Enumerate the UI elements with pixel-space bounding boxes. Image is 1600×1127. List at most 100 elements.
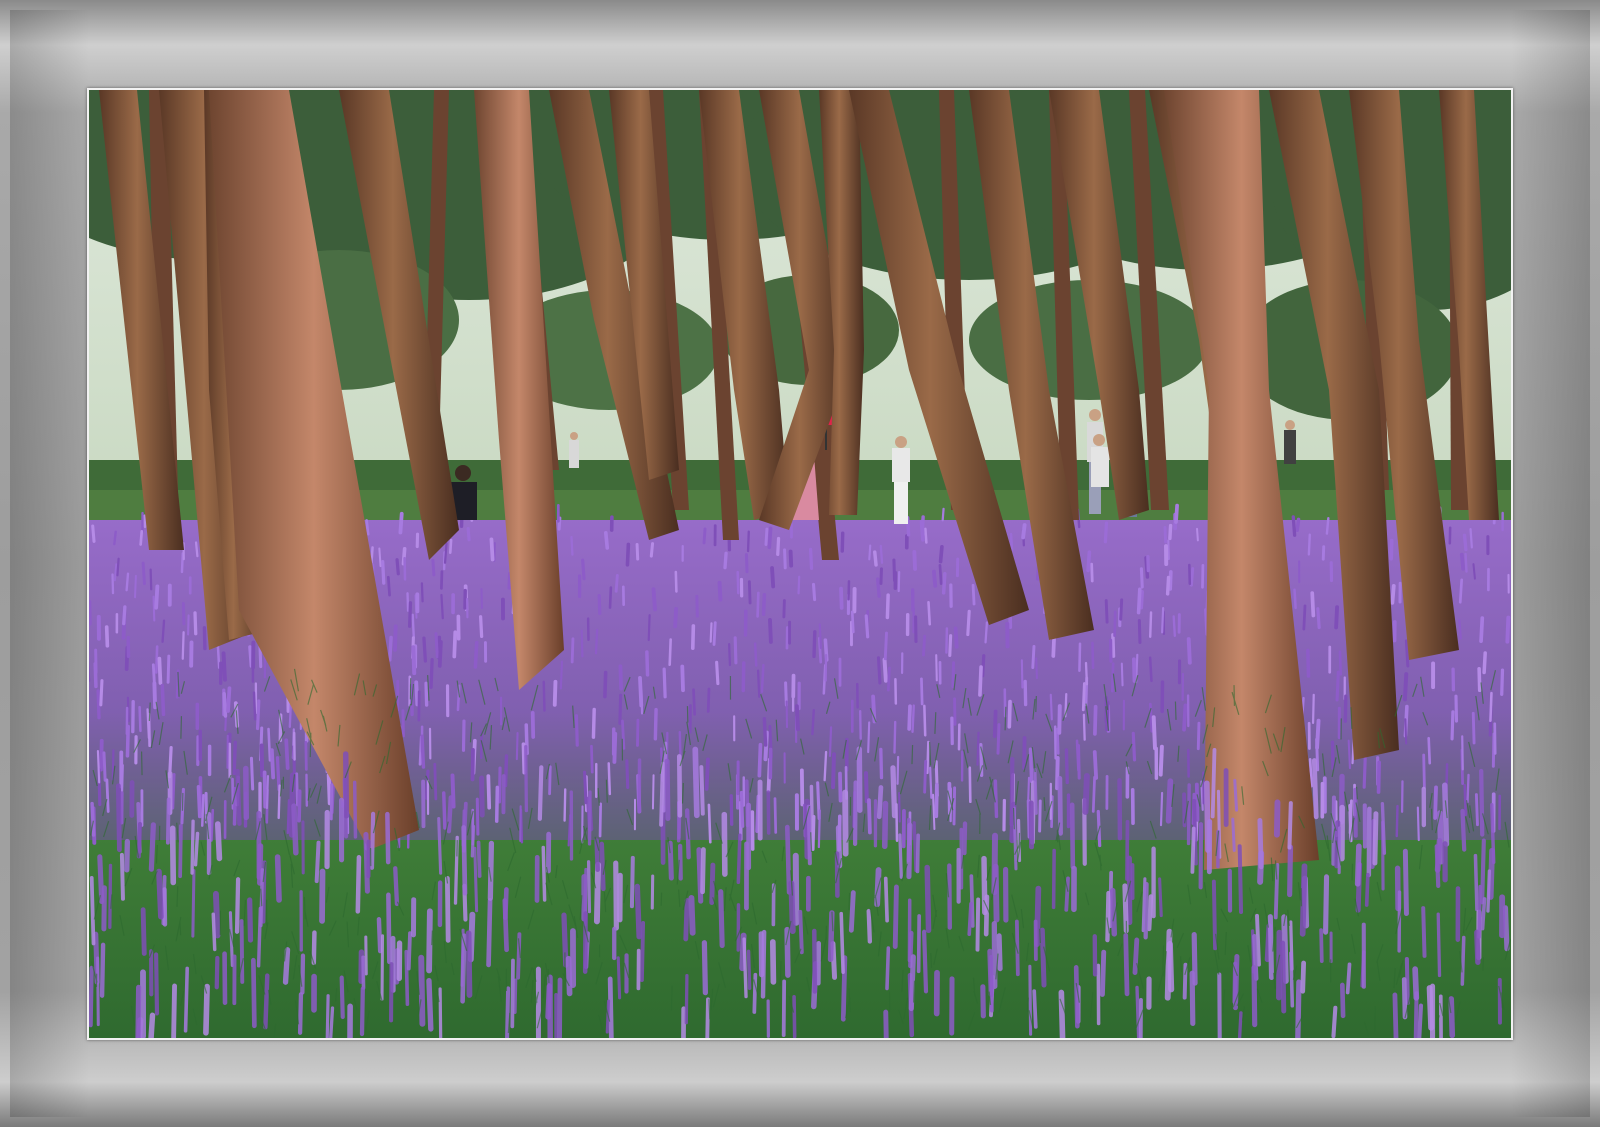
flower-spike xyxy=(907,704,912,731)
flower-spike xyxy=(1460,935,1466,986)
flower-spike xyxy=(962,821,968,856)
flower-spike xyxy=(420,734,426,769)
flower-spike xyxy=(269,748,276,780)
flower-spike xyxy=(1404,718,1408,745)
flower-spike xyxy=(915,833,920,874)
flower-spike xyxy=(898,833,903,879)
flower-spike xyxy=(448,538,453,555)
grass-blade xyxy=(1039,928,1041,944)
flower-spike xyxy=(808,547,814,570)
flower-spike xyxy=(171,773,176,810)
flower-spike xyxy=(1231,817,1236,852)
flower-spike xyxy=(288,701,293,728)
flower-spike xyxy=(688,894,696,936)
flower-spike xyxy=(1082,713,1086,741)
flower-spike xyxy=(1311,693,1315,725)
flower-spike xyxy=(932,569,938,588)
flower-spike xyxy=(867,798,872,835)
flower-spike xyxy=(154,584,160,610)
flower-spike xyxy=(1035,657,1038,680)
flower-spike xyxy=(1233,778,1239,812)
flower-spike xyxy=(411,613,415,639)
flower-spike xyxy=(1404,956,1410,1006)
flower-spike xyxy=(883,876,889,923)
flower-spike xyxy=(1311,758,1319,820)
flower-spike xyxy=(1038,799,1042,833)
flower-spike xyxy=(625,759,630,789)
flower-spike xyxy=(1191,931,1198,986)
flower-spike xyxy=(700,847,706,895)
flower-spike xyxy=(1190,567,1195,587)
flower-spike xyxy=(924,527,928,544)
flower-spike xyxy=(1347,739,1351,770)
flower-spike xyxy=(667,840,674,881)
grass-blade xyxy=(779,961,782,986)
flower-spike xyxy=(465,930,473,998)
flower-spike xyxy=(989,954,994,1013)
flower-spike xyxy=(1340,982,1346,1019)
flower-spike xyxy=(1090,562,1094,583)
flower-spike xyxy=(776,536,781,556)
flower-spike xyxy=(1168,570,1173,591)
flower-spike xyxy=(1168,523,1173,541)
flower-spike xyxy=(1092,750,1099,780)
flower-spike xyxy=(757,742,763,778)
flower-spike xyxy=(1334,605,1340,630)
flower-spike xyxy=(438,987,443,1038)
flower-spike xyxy=(1211,879,1218,951)
flower-spike xyxy=(181,601,186,626)
flower-spike xyxy=(510,958,515,1029)
flower-spike xyxy=(1033,767,1038,815)
grass-blade xyxy=(848,892,851,911)
flower-spike xyxy=(616,956,622,1000)
flower-spike xyxy=(235,768,242,826)
flower-spike xyxy=(181,631,185,660)
flower-spike xyxy=(1082,773,1090,815)
flower-spike xyxy=(739,790,745,828)
flower-spike xyxy=(625,542,631,567)
flower-spike xyxy=(1310,591,1316,618)
flower-spike xyxy=(297,789,302,823)
flower-spike xyxy=(1103,521,1109,544)
flower-spike xyxy=(882,657,888,683)
flower-spike xyxy=(178,824,183,879)
flower-spike xyxy=(1257,817,1264,870)
flower-spike xyxy=(864,614,870,639)
flower-spike xyxy=(407,601,413,628)
flower-spike xyxy=(487,840,495,901)
flower-spike xyxy=(99,942,106,998)
flower-spike xyxy=(827,910,835,963)
flower-spike xyxy=(797,575,801,595)
flower-spike xyxy=(1389,538,1394,561)
flower-spike xyxy=(388,635,393,662)
flower-spike xyxy=(265,775,270,810)
flower-spike xyxy=(149,568,153,591)
flower-spike xyxy=(1069,802,1076,870)
grass-blade xyxy=(1035,695,1037,713)
flower-spike xyxy=(104,625,110,648)
flower-spike xyxy=(1402,672,1409,702)
flower-spike xyxy=(680,664,685,693)
forest-scene xyxy=(89,90,1511,1038)
flower-spike xyxy=(967,901,973,937)
flower-spike xyxy=(1143,882,1149,940)
flower-spike xyxy=(284,738,290,770)
flower-spike xyxy=(634,883,642,940)
flower-spike xyxy=(1421,906,1427,958)
flower-spike xyxy=(221,651,227,682)
flower-spike xyxy=(883,1009,889,1038)
flower-spike xyxy=(437,817,443,875)
flower-spike xyxy=(1306,648,1311,678)
flower-spike xyxy=(618,693,623,726)
flower-spike xyxy=(277,784,281,820)
flower-spike xyxy=(923,704,927,737)
flower-spike xyxy=(211,912,217,952)
flower-spike xyxy=(96,956,100,1027)
flower-spike xyxy=(559,660,563,690)
grass-blade xyxy=(303,896,306,920)
flower-spike xyxy=(1458,578,1464,604)
flower-spike xyxy=(141,561,146,586)
flower-spike xyxy=(692,746,700,819)
flower-spike xyxy=(478,615,484,638)
flower-spike xyxy=(300,953,306,995)
